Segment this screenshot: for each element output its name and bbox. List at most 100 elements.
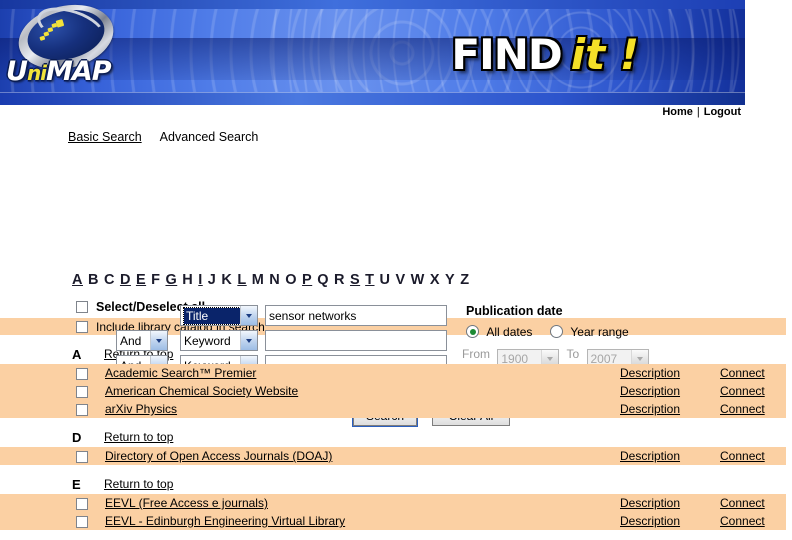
select-all-checkbox[interactable]: [76, 301, 88, 313]
all-dates-radio[interactable]: [466, 325, 479, 338]
publication-date-title: Publication date: [466, 304, 563, 318]
search-form: Title And Keyword And Keyword Full-t: [0, 144, 792, 427]
database-name-link[interactable]: EEVL (Free Access e journals): [105, 496, 268, 510]
section-header-d: D Return to top: [0, 427, 792, 447]
database-checkbox[interactable]: [76, 368, 88, 380]
chevron-down-icon[interactable]: [240, 331, 257, 350]
description-link[interactable]: Description: [620, 449, 680, 463]
database-checkbox[interactable]: [76, 498, 88, 510]
home-link[interactable]: Home: [662, 106, 693, 118]
connect-link[interactable]: Connect: [720, 496, 765, 510]
alpha-letter-y: Y: [445, 272, 456, 288]
database-row[interactable]: Directory of Open Access Journals (DOAJ)…: [0, 447, 786, 465]
database-name-link[interactable]: Academic Search™ Premier: [105, 366, 256, 380]
alpha-letter-x: X: [429, 272, 441, 288]
search-row-2: And: [116, 330, 168, 352]
alpha-letter-i[interactable]: I: [198, 272, 203, 288]
database-checkbox-wrapper[interactable]: [76, 497, 88, 511]
description-link[interactable]: Description: [620, 384, 680, 398]
database-checkbox-wrapper[interactable]: [76, 403, 88, 417]
alpha-letter-j: J: [207, 272, 217, 288]
alphabet-index: ABCDEFGHIJKLMNOPQRSTUVWXYZ: [72, 272, 792, 288]
return-to-top-link[interactable]: Return to top: [104, 430, 173, 444]
alpha-letter-r: R: [334, 272, 345, 288]
field-select-2-value: Keyword: [184, 333, 231, 348]
tab-advanced-search[interactable]: Advanced Search: [160, 130, 259, 144]
database-checkbox[interactable]: [76, 404, 88, 416]
database-row[interactable]: EEVL - Edinburgh Engineering Virtual Lib…: [0, 512, 786, 530]
connect-link[interactable]: Connect: [720, 514, 765, 528]
wordmark-right: MAP: [46, 56, 112, 87]
logout-link[interactable]: Logout: [704, 106, 741, 118]
database-row[interactable]: American Chemical Society Website Descrip…: [0, 382, 786, 400]
alpha-letter-f: F: [151, 272, 161, 288]
alpha-letter-o: O: [285, 272, 298, 288]
alpha-letter-s[interactable]: S: [350, 272, 360, 288]
all-dates-label: All dates: [486, 325, 533, 339]
alpha-letter-z: Z: [460, 272, 470, 288]
database-sections: A Return to top Academic Search™ Premier De…: [0, 344, 792, 530]
include-catalog-checkbox[interactable]: [76, 320, 88, 333]
alpha-letter-d[interactable]: D: [120, 272, 131, 288]
alpha-letter-c: C: [103, 272, 115, 288]
database-row[interactable]: EEVL (Free Access e journals) Description…: [0, 494, 786, 512]
search-input-2[interactable]: [265, 330, 447, 351]
alpha-letter-a[interactable]: A: [72, 272, 83, 288]
findit-word-it: it !: [570, 30, 639, 79]
unimap-wordmark: UniMAP: [6, 56, 112, 87]
alpha-letter-g[interactable]: G: [165, 272, 177, 288]
database-checkbox[interactable]: [76, 451, 88, 463]
connect-link[interactable]: Connect: [720, 402, 765, 416]
chevron-down-icon[interactable]: [240, 306, 257, 325]
database-name-link[interactable]: arXiv Physics: [105, 402, 177, 416]
alpha-letter-w: W: [410, 272, 425, 288]
connect-link[interactable]: Connect: [720, 384, 765, 398]
alpha-letter-m: M: [251, 272, 265, 288]
wordmark-left: U: [6, 56, 28, 87]
alpha-letter-p[interactable]: P: [302, 272, 312, 288]
database-checkbox[interactable]: [76, 386, 88, 398]
search-row-1: Title: [180, 305, 258, 327]
field-select-2[interactable]: Keyword: [180, 330, 258, 351]
to-label: To: [566, 347, 580, 361]
alpha-letter-v: V: [395, 272, 406, 288]
connect-link[interactable]: Connect: [720, 449, 765, 463]
from-label: From: [462, 347, 490, 361]
database-name-link[interactable]: American Chemical Society Website: [105, 384, 298, 398]
database-row[interactable]: Academic Search™ Premier Description Conne…: [0, 364, 786, 382]
alpha-letter-l[interactable]: L: [237, 272, 246, 288]
alpha-letter-u: U: [379, 272, 391, 288]
description-link[interactable]: Description: [620, 366, 680, 380]
alpha-letter-b: B: [87, 272, 99, 288]
database-name-link[interactable]: EEVL - Edinburgh Engineering Virtual Lib…: [105, 514, 345, 528]
database-row[interactable]: arXiv Physics Description Connect: [0, 400, 786, 418]
alpha-letter-t[interactable]: T: [365, 272, 374, 288]
search-row-2-field: Keyword: [180, 330, 258, 352]
database-checkbox-wrapper[interactable]: [76, 385, 88, 399]
section-header-e: E Return to top: [0, 474, 792, 494]
findit-title: FIND it !: [451, 34, 639, 76]
banner-bottom-band: [0, 92, 745, 105]
database-checkbox[interactable]: [76, 516, 88, 528]
description-link[interactable]: Description: [620, 402, 680, 416]
database-checkbox-wrapper[interactable]: [76, 367, 88, 381]
field-select-1-value: Title: [183, 306, 241, 325]
field-select-1[interactable]: Title: [180, 305, 258, 326]
boolean-select-2[interactable]: And: [116, 330, 168, 351]
year-range-radio[interactable]: [550, 325, 564, 338]
return-to-top-link[interactable]: Return to top: [104, 477, 173, 491]
description-link[interactable]: Description: [620, 514, 680, 528]
description-link[interactable]: Description: [620, 496, 680, 510]
tab-basic-search[interactable]: Basic Search: [68, 130, 142, 144]
database-checkbox-wrapper[interactable]: [76, 515, 88, 529]
year-range-label: Year range: [570, 325, 629, 339]
search-input-1[interactable]: [265, 305, 447, 326]
chevron-down-icon[interactable]: [150, 331, 167, 350]
wordmark-mid: ni: [26, 61, 47, 85]
search-mode-tabs: Basic Search Advanced Search: [68, 130, 792, 144]
connect-link[interactable]: Connect: [720, 366, 765, 380]
database-name-link[interactable]: Directory of Open Access Journals (DOAJ): [105, 449, 332, 463]
alpha-letter-e[interactable]: E: [136, 272, 146, 288]
database-checkbox-wrapper[interactable]: [76, 450, 88, 464]
site-banner: UniMAP FIND it !: [0, 0, 745, 105]
